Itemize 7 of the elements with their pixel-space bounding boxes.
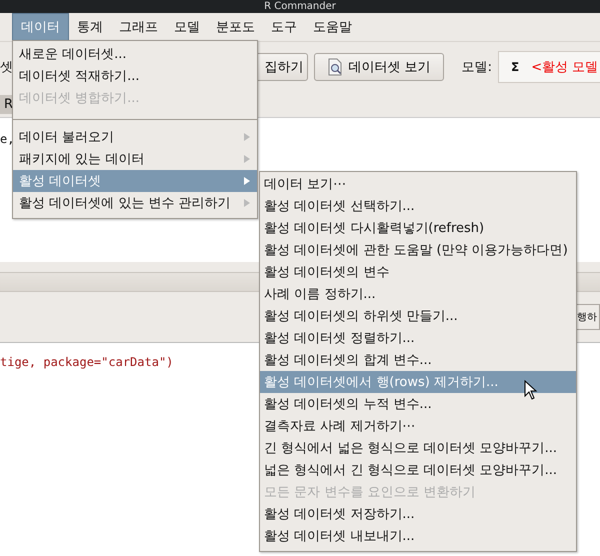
window-title: R Commander bbox=[264, 0, 336, 13]
model-value: <활성 모델 bbox=[531, 59, 598, 76]
toolbar-label: 셋 bbox=[0, 59, 13, 76]
model-label: 모델: bbox=[462, 59, 492, 76]
code-line: e, bbox=[0, 132, 14, 146]
output-line: tige, package="carData") bbox=[0, 355, 174, 369]
sigma-icon: Σ bbox=[511, 60, 520, 74]
